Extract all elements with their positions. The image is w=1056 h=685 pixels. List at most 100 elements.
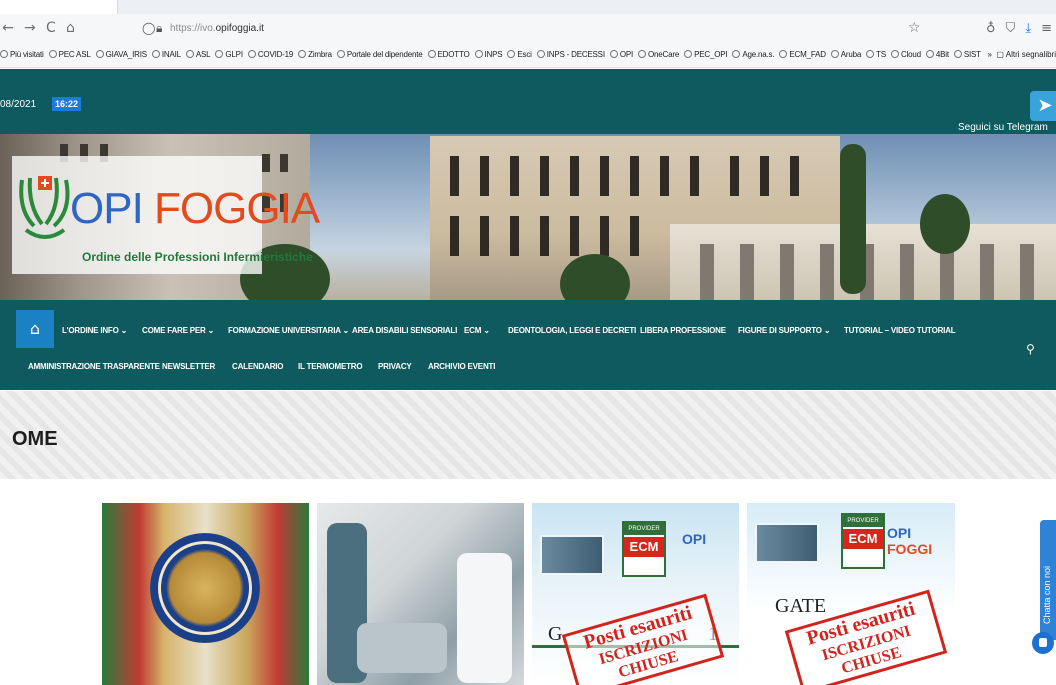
menu-item[interactable]: FORMAZIONE UNIVERSITARIA ⌄ [228, 326, 349, 335]
bookmark-item[interactable]: TS [866, 50, 886, 59]
menu-item[interactable]: NEWSLETTER [162, 362, 215, 371]
bookmark-label: OPI [619, 50, 634, 59]
reload-icon[interactable]: C [46, 20, 56, 36]
bookmark-item[interactable]: Aruba [830, 50, 862, 59]
bookmark-icon [48, 50, 57, 58]
small-logo-foggia: FOGGI [887, 541, 933, 557]
more-bookmarks[interactable]: » ▢ Altri segnalibri [981, 50, 1056, 59]
bookmark-icon [507, 50, 516, 58]
address-bar[interactable]: ◯ 🔒︎ https://ivo.opifoggia.it ☆ [130, 18, 940, 40]
bookmark-item[interactable]: OPI [609, 50, 634, 59]
home-icon[interactable]: ⌂ [66, 20, 75, 36]
bookmark-icon [684, 50, 693, 58]
download-icon[interactable]: ⤓ [1025, 21, 1031, 36]
menu-item[interactable]: L'ORDINE INFO ⌄ [62, 326, 127, 335]
bookmark-icon [830, 50, 839, 58]
bookmark-item[interactable]: INPS [474, 50, 503, 59]
menu-item[interactable]: DEONTOLOGIA, LEGGI E DECRETI [508, 326, 636, 335]
ecm-banner-image [755, 523, 819, 563]
bookmark-item[interactable]: INAIL [151, 50, 181, 59]
bookmark-item[interactable]: 4Bit [925, 50, 949, 59]
bookmark-item[interactable]: INPS - DECESSI [536, 50, 605, 59]
bookmark-icon [298, 50, 307, 58]
ecm-label: ECM [624, 537, 664, 557]
news-card-medal[interactable] [102, 503, 309, 685]
lock-icon[interactable]: 🔒︎ [156, 21, 162, 36]
bookmark-item[interactable]: Age.na.s. [732, 50, 775, 59]
bookmark-item[interactable]: GLPI [215, 50, 243, 59]
bookmark-label: SIST [963, 50, 981, 59]
bookmark-icon [536, 50, 545, 58]
menu-item[interactable]: ECM ⌄ [464, 326, 490, 335]
bookmark-label: TS [876, 50, 886, 59]
bookmark-label: Portale del dipendente [346, 50, 423, 59]
menu-item[interactable]: LIBERA PROFESSIONE [640, 326, 726, 335]
page-title: OME [12, 428, 58, 450]
bookmark-item[interactable]: Esci [507, 50, 532, 59]
search-icon[interactable]: ⚲ [1026, 342, 1035, 356]
menu-icon[interactable]: ≡ [1041, 21, 1052, 36]
bookmark-item[interactable]: ASL [185, 50, 211, 59]
menu-item[interactable]: AREA DISABILI SENSORIALI [352, 326, 457, 335]
medal-image [150, 533, 260, 643]
bookmark-label: INAIL [161, 50, 181, 59]
bookmark-item[interactable]: GIAVA_IRIS [95, 50, 147, 59]
bookmark-item[interactable]: PEC_OPI [684, 50, 728, 59]
ecm-banner-image [540, 535, 604, 575]
bookmark-icon [247, 50, 256, 58]
news-card-ecm-1[interactable]: PROVIDER ECM OPI G 1 Posti esauriti ISCR… [532, 503, 739, 685]
active-tab[interactable] [0, 0, 118, 14]
bookmark-label: Aruba [840, 50, 862, 59]
bookmark-item[interactable]: OneCare [638, 50, 679, 59]
menu-item[interactable]: AMMINISTRAZIONE TRASPARENTE [28, 362, 160, 371]
bookmark-item[interactable]: ECM_FAD [779, 50, 826, 59]
bookmark-item[interactable]: Portale del dipendente [336, 50, 423, 59]
news-card-nurses[interactable] [317, 503, 524, 685]
pocket-icon[interactable]: ♁ [986, 21, 996, 36]
menu-item[interactable]: PRIVACY [378, 362, 412, 371]
shield-icon[interactable]: ◯ [142, 21, 155, 35]
bookmark-item[interactable]: Cloud [890, 50, 921, 59]
chat-bubble-icon[interactable] [1032, 632, 1054, 654]
bookmark-label: Zimbra [308, 50, 332, 59]
opi-small-logo: OPI FOGGI [887, 525, 955, 557]
ecm-provider-badge: PROVIDER ECM [841, 513, 885, 569]
bookmark-label: GIAVA_IRIS [105, 50, 147, 59]
menu-item[interactable]: ARCHIVIO EVENTI [428, 362, 495, 371]
menu-item[interactable]: CALENDARIO [232, 362, 284, 371]
bookmark-item[interactable]: SIST [953, 50, 981, 59]
back-icon[interactable]: ← [2, 20, 14, 36]
bookmark-item[interactable]: PEC ASL [48, 50, 91, 59]
bookmark-icon [890, 50, 899, 58]
provider-label: PROVIDER [624, 523, 664, 535]
forward-icon[interactable]: → [24, 20, 36, 36]
bookmark-label: PEC ASL [58, 50, 91, 59]
bookmark-item[interactable]: Zimbra [298, 50, 332, 59]
menu-item[interactable]: IL TERMOMETRO [298, 362, 363, 371]
telegram-label[interactable]: Seguici su Telegram [958, 122, 1048, 133]
menu-item[interactable]: COME FARE PER ⌄ [142, 326, 214, 335]
url-text[interactable]: https://ivo.opifoggia.it [170, 23, 264, 34]
chat-tab[interactable]: Chatta con noi [1040, 520, 1056, 640]
cypress-tree [840, 144, 866, 294]
menu-item[interactable]: FIGURE DI SUPPORTO ⌄ [738, 326, 831, 335]
bookmark-label: INPS [484, 50, 503, 59]
bookmark-item[interactable]: EDOTTO [427, 50, 470, 59]
pocket-save-icon[interactable]: ⛉ [1006, 21, 1016, 36]
bookmark-label: Cloud [900, 50, 921, 59]
home-button[interactable]: ⌂ [16, 310, 54, 348]
card-title-fragment: GATE [775, 595, 827, 617]
bookmark-item[interactable]: Più visitati [0, 50, 44, 59]
menu-item[interactable]: TUTORIAL – VIDEO TUTORIAL [844, 326, 956, 335]
bookmark-icon [925, 50, 934, 58]
bookmark-item[interactable]: COVID-19 [247, 50, 293, 59]
bookmark-icon [185, 50, 194, 58]
bookmarks-bar: Più visitati PEC ASL GIAVA_IRIS INAIL ASL GLP… [0, 44, 1056, 68]
bookmark-label: Esci [517, 50, 532, 59]
site-logo[interactable]: OPI FOGGIA Ordine delle Professioni Infe… [12, 156, 320, 274]
news-card-ecm-2[interactable]: PROVIDER ECM OPI FOGGI GATE Posti esauri… [747, 503, 955, 685]
url-protocol: https://ivo. [170, 23, 216, 34]
telegram-icon[interactable]: ➤ [1030, 91, 1056, 121]
main-menu [0, 300, 1056, 390]
bookmark-star-icon[interactable]: ☆ [908, 20, 921, 36]
